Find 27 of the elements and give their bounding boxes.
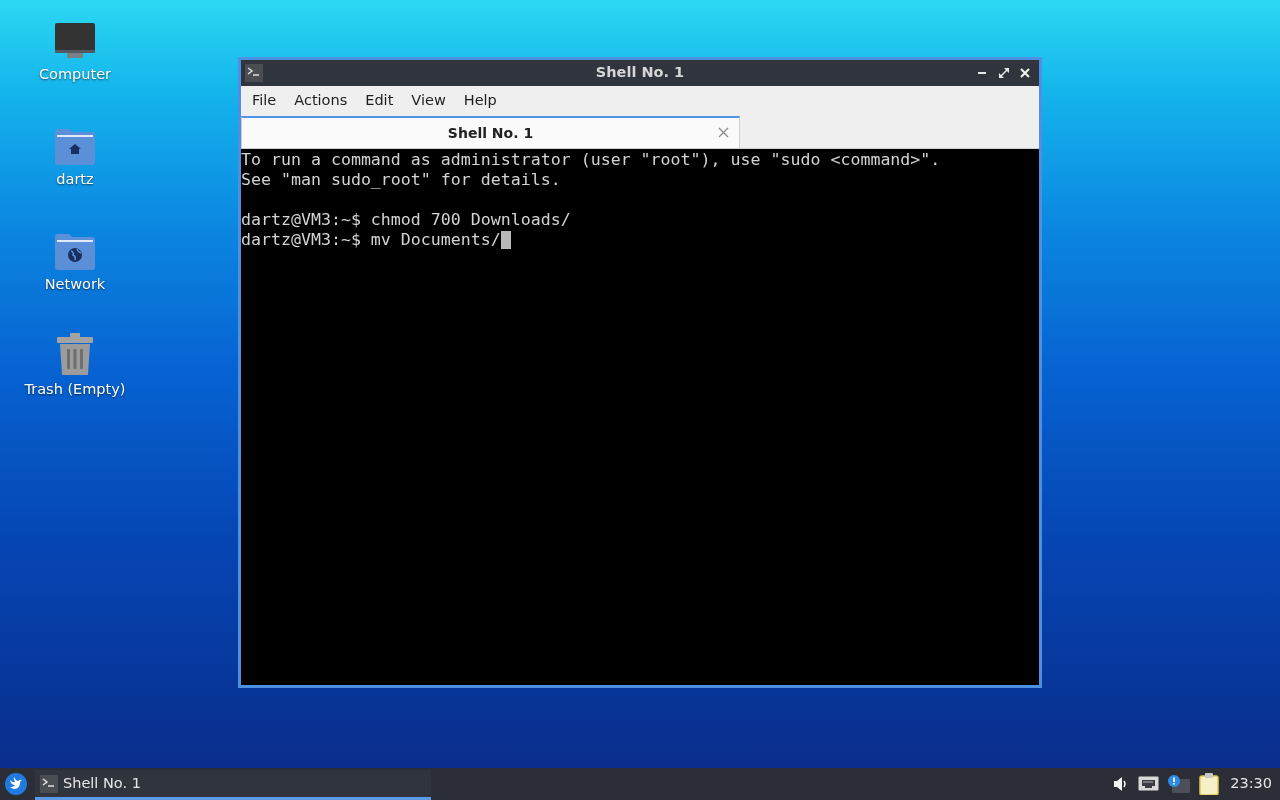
clock[interactable]: 23:30 bbox=[1230, 773, 1272, 795]
terminal-icon bbox=[40, 774, 58, 793]
menu-item[interactable]: Actions bbox=[285, 90, 357, 112]
terminal-line: dartz@VM3:~$ chmod 700 Downloads/ bbox=[241, 210, 571, 230]
desktop-icon-label[interactable]: Trash (Empty) bbox=[24, 379, 126, 401]
trash-icon bbox=[56, 333, 94, 375]
maximize-icon[interactable] bbox=[998, 67, 1010, 79]
terminal-line: dartz@VM3:~$ mv Documents/ bbox=[241, 230, 501, 250]
bird-logo-icon[interactable] bbox=[5, 773, 27, 795]
desktop-icon-label[interactable]: Network bbox=[44, 274, 106, 296]
notification-icon[interactable] bbox=[1168, 775, 1191, 793]
tab[interactable]: Shell No. 1 bbox=[241, 116, 740, 148]
network-folder-icon bbox=[55, 234, 95, 270]
home-folder-icon bbox=[55, 129, 95, 165]
terminal-line: See "man sudo_root" for details. bbox=[241, 170, 561, 190]
menu-item[interactable]: File bbox=[243, 90, 286, 112]
terminal-pane[interactable]: To run a command as administrator (user "root"), use "sudo <command>". See "man sudo_root" for details. dartz@VM3:~$ chmod 700 Downloads/ dartz@VM3:~$ mv Documents/ bbox=[241, 149, 1039, 685]
terminal-line: To run a command as administrator (user "root"), use "sudo <command>". bbox=[241, 150, 941, 170]
terminal-icon bbox=[245, 64, 263, 82]
ethernet-port-icon[interactable] bbox=[1138, 776, 1160, 792]
menu-item[interactable]: View bbox=[402, 90, 455, 112]
clipboard-icon[interactable] bbox=[1199, 773, 1220, 795]
monitor-icon bbox=[54, 22, 96, 60]
taskbar-task[interactable]: Shell No. 1 bbox=[35, 770, 431, 800]
menu-item[interactable]: Edit bbox=[356, 90, 403, 112]
window-title: Shell No. 1 bbox=[595, 63, 685, 83]
menu-item[interactable]: Help bbox=[454, 90, 506, 112]
